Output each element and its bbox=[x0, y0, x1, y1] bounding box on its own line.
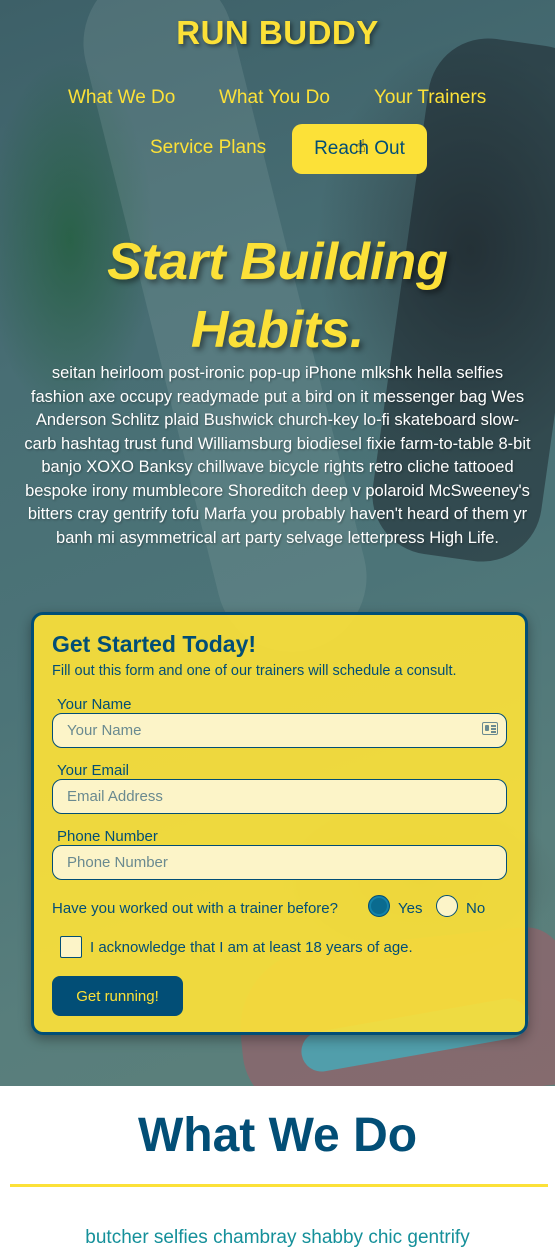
email-input[interactable] bbox=[52, 779, 507, 814]
what-we-do-heading: What We Do bbox=[137, 1109, 418, 1162]
hero-title: Start Building Habits. bbox=[0, 228, 555, 364]
nav-link-what-you-do[interactable]: What You Do bbox=[219, 87, 330, 109]
form-title: Get Started Today! bbox=[52, 631, 257, 657]
radio-no-label: No bbox=[466, 900, 486, 917]
nav-link-service-plans[interactable]: Service Plans bbox=[150, 137, 266, 159]
email-field-label: Your Email bbox=[57, 762, 129, 779]
radio-yes-label: Yes bbox=[398, 900, 423, 917]
radio-yes[interactable] bbox=[368, 895, 390, 917]
get-running-button[interactable]: Get running! bbox=[52, 976, 183, 1016]
section-divider bbox=[10, 1184, 548, 1187]
name-field-label: Your Name bbox=[57, 696, 132, 713]
what-we-do-subtitle: butcher selfies chambray shabby chic gen… bbox=[85, 1227, 470, 1248]
age-acknowledge-checkbox[interactable] bbox=[60, 936, 82, 958]
nav-link-what-we-do[interactable]: What We Do bbox=[68, 87, 175, 109]
contact-card-icon bbox=[482, 722, 498, 735]
trainer-question: Have you worked out with a trainer befor… bbox=[52, 900, 338, 917]
hero-section: RUN BUDDY What We Do What You Do Your Tr… bbox=[0, 0, 555, 1086]
hero-body-text: seitan heirloom post-ironic pop-up iPhon… bbox=[24, 364, 531, 547]
phone-field-label: Phone Number bbox=[57, 828, 158, 845]
brand-logo[interactable]: RUN BUDDY bbox=[0, 14, 555, 52]
signup-form: Get Started Today! Fill out this form an… bbox=[31, 612, 528, 1035]
nav-link-your-trainers[interactable]: Your Trainers bbox=[374, 87, 486, 109]
radio-no[interactable] bbox=[436, 895, 458, 917]
name-field-wrapper bbox=[34, 713, 525, 748]
hero-title-line-2: Habits. bbox=[190, 301, 365, 359]
phone-input[interactable] bbox=[52, 845, 507, 880]
hero-title-line-1: Start Building bbox=[107, 233, 448, 291]
age-acknowledge-label: I acknowledge that I am at least 18 year… bbox=[90, 939, 413, 956]
hand-pointer-cursor-icon: ☝ bbox=[355, 136, 366, 157]
form-subtitle: Fill out this form and one of our traine… bbox=[52, 663, 457, 679]
name-input[interactable] bbox=[52, 713, 507, 748]
